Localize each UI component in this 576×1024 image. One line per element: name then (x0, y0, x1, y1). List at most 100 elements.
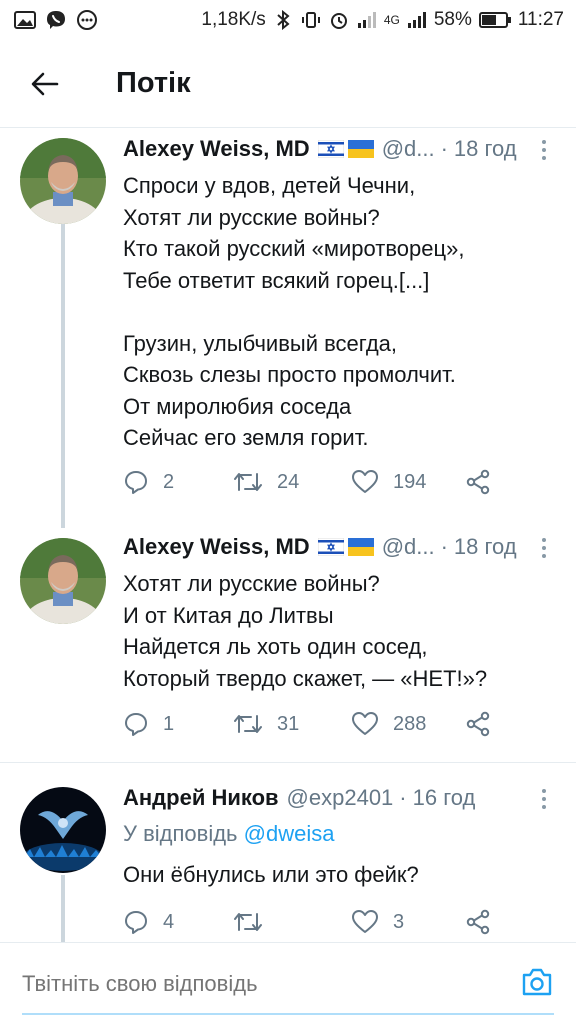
author-handle[interactable]: @exp2401 (287, 785, 394, 811)
retweet-button[interactable] (233, 910, 351, 934)
reply-context: У відповідь @dweisa (123, 821, 334, 847)
tweet-time[interactable]: 18 год (454, 534, 517, 560)
tweet-actions: 1 31 288 (123, 704, 503, 744)
thread-line (61, 220, 65, 528)
israel-flag-icon (317, 538, 344, 556)
avatar[interactable] (20, 138, 106, 224)
network-speed: 1,18K/s (201, 9, 266, 30)
reply-button[interactable]: 2 (123, 469, 233, 495)
camera-icon (522, 968, 552, 996)
share-icon (466, 469, 490, 495)
heart-icon (352, 712, 378, 735)
tweet[interactable]: Alexey Weiss, MD @d... · 18 год Хотят ли… (0, 530, 576, 762)
tweet-header: Alexey Weiss, MD @d... · 18 год (123, 534, 517, 560)
tweet-more-button[interactable] (534, 785, 554, 813)
clock: 11:27 (517, 9, 564, 30)
share-icon (466, 909, 490, 935)
retweet-button[interactable]: 31 (233, 712, 351, 736)
reply-prefix: У відповідь (123, 821, 238, 846)
retweet-icon (234, 473, 262, 491)
comment-icon (125, 911, 147, 934)
tweet-header: Alexey Weiss, MD @d... · 18 год (123, 136, 517, 162)
more-vertical-icon (542, 140, 546, 144)
tweet-text: Хотят ли русские войны? И от Китая до Ли… (123, 571, 488, 691)
network-type: 4G (383, 13, 400, 27)
author-handle[interactable]: @d... (382, 534, 435, 560)
share-button[interactable] (465, 711, 491, 737)
like-count: 3 (393, 910, 405, 933)
retweet-count: 31 (277, 712, 300, 735)
author-name[interactable]: Alexey Weiss, MD (123, 136, 310, 162)
status-bar: 1,18K/s 4G 58% 11:27 (0, 0, 576, 40)
like-button[interactable]: 3 (351, 909, 465, 935)
more-vertical-icon (542, 789, 546, 793)
name-flags (317, 140, 374, 158)
like-button[interactable]: 288 (351, 711, 465, 737)
reply-count: 1 (163, 712, 175, 735)
retweet-count: 24 (277, 470, 300, 493)
bluetooth-icon (272, 10, 294, 30)
comment-icon (125, 471, 147, 494)
ukraine-flag-icon (347, 140, 374, 158)
reply-button[interactable]: 1 (123, 711, 233, 737)
camera-button[interactable] (520, 965, 554, 999)
retweet-icon (234, 913, 262, 931)
arrow-left-icon (31, 72, 59, 95)
separator-dot: · (440, 136, 448, 161)
heart-icon (352, 910, 378, 933)
share-icon (466, 711, 490, 737)
tweet-actions: 2 24 194 (123, 462, 503, 502)
tweet[interactable]: Alexey Weiss, MD @d... · 18 год Спроси у… (0, 128, 576, 530)
heart-icon (352, 470, 378, 493)
viber-notification-icon (45, 10, 67, 30)
like-count: 288 (393, 712, 427, 735)
share-button[interactable] (465, 909, 491, 935)
author-name[interactable]: Андрей Ников (123, 785, 279, 811)
author-handle[interactable]: @d... (382, 136, 435, 162)
comment-icon (125, 713, 147, 736)
reply-count: 4 (163, 910, 175, 933)
author-name[interactable]: Alexey Weiss, MD (123, 534, 310, 560)
gallery-notification-icon (14, 10, 36, 30)
avatar[interactable] (20, 538, 106, 624)
reply-composer (0, 942, 576, 1024)
reply-input-underline (22, 1013, 554, 1015)
back-button[interactable] (12, 51, 78, 117)
alarm-icon (328, 10, 350, 30)
avatar[interactable] (20, 787, 106, 873)
thread-line (61, 875, 65, 942)
reply-mention-link[interactable]: @dweisa (244, 821, 335, 846)
more-vertical-icon (542, 538, 546, 542)
app-header: Потік (0, 40, 576, 128)
signal-1-icon (356, 10, 378, 30)
retweet-button[interactable]: 24 (233, 470, 351, 494)
tweet-time[interactable]: 16 год (413, 785, 476, 811)
vibrate-icon (300, 10, 322, 30)
tweet-header: Андрей Ников @exp2401 · 16 год (123, 785, 475, 811)
status-notifications (14, 10, 98, 30)
more-notifications-icon (76, 10, 98, 30)
status-system: 1,18K/s 4G 58% 11:27 (201, 9, 564, 31)
page-title: Потік (116, 67, 191, 99)
reply-input[interactable] (22, 971, 462, 997)
tweet[interactable]: Андрей Ников @exp2401 · 16 год У відпові… (0, 763, 576, 942)
retweet-icon (234, 715, 262, 733)
battery-percent: 58% (433, 9, 472, 30)
name-flags (317, 538, 374, 556)
tweet-more-button[interactable] (534, 136, 554, 164)
reply-count: 2 (163, 470, 175, 493)
reply-button[interactable]: 4 (123, 909, 233, 935)
tweet-more-button[interactable] (534, 534, 554, 562)
like-count: 194 (393, 470, 427, 493)
tweet-text: Спроси у вдов, детей Чечни, Хотят ли рус… (123, 173, 465, 450)
like-button[interactable]: 194 (351, 469, 465, 495)
battery-icon (478, 10, 512, 30)
signal-2-icon (406, 10, 428, 30)
separator-dot: · (399, 785, 407, 810)
tweet-time[interactable]: 18 год (454, 136, 517, 162)
separator-dot: · (440, 534, 448, 559)
ukraine-flag-icon (347, 538, 374, 556)
israel-flag-icon (317, 140, 344, 158)
tweet-actions: 4 3 (123, 902, 503, 942)
share-button[interactable] (465, 469, 491, 495)
